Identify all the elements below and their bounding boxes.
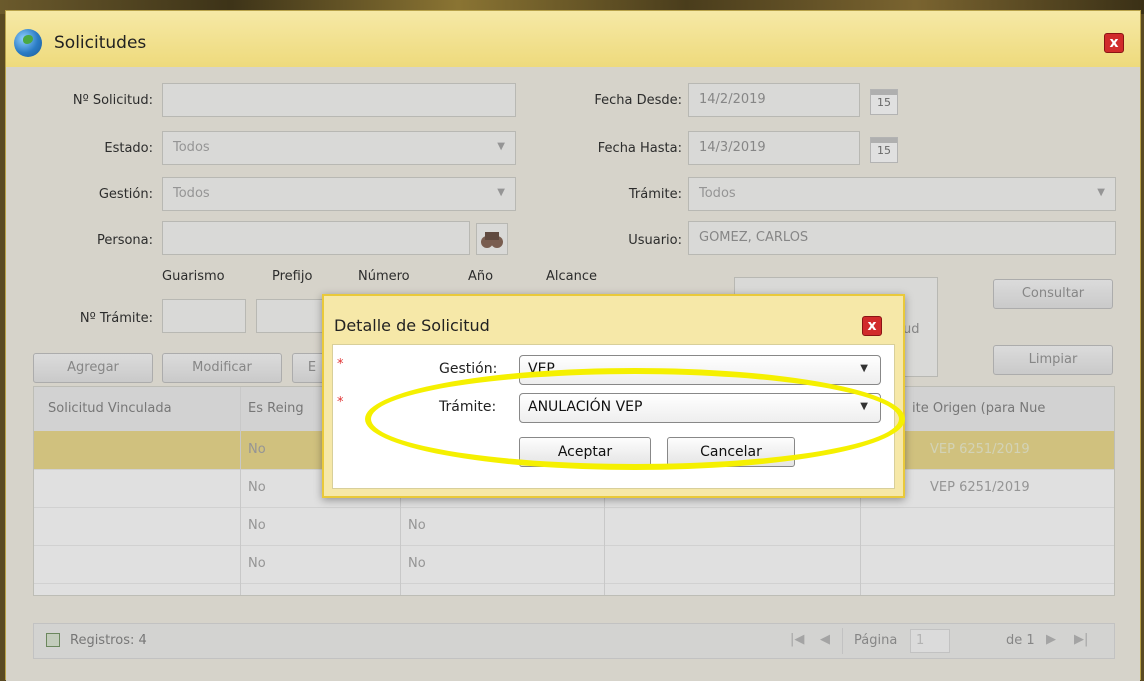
nro-tramite-label: Nº Trámite:	[79, 311, 153, 326]
usuario-label: Usuario:	[628, 233, 682, 248]
window-close-button[interactable]: x	[1104, 33, 1124, 53]
binoculars-search-button[interactable]	[476, 223, 508, 255]
origen-cell: VEP 6251/2019	[930, 442, 1030, 457]
gestion-label: Gestión:	[98, 187, 153, 202]
binoculars-icon	[481, 232, 503, 248]
col3-cell: No	[408, 518, 426, 533]
modificar-button[interactable]: Modificar	[162, 353, 282, 383]
fecha-hasta-label: Fecha Hasta:	[597, 141, 682, 156]
persona-label: Persona:	[96, 233, 153, 248]
registros-count: Registros: 4	[70, 633, 147, 648]
tramite-origen-header[interactable]: ite Origen (para Nue	[912, 401, 1045, 416]
cancelar-button[interactable]: Cancelar	[667, 437, 795, 467]
chevron-down-icon: ▼	[497, 141, 505, 152]
limpiar-button[interactable]: Limpiar	[993, 345, 1113, 375]
fecha-desde-input[interactable]: 14/2/2019	[688, 83, 860, 117]
chevron-down-icon: ▼	[860, 363, 868, 374]
next-page-icon[interactable]: ▶	[1046, 632, 1056, 647]
nro-solicitud-label: Nº Solicitud:	[72, 93, 153, 108]
gestion-combo-value: Todos	[173, 186, 210, 201]
first-page-icon[interactable]: |◀	[790, 632, 804, 647]
reingreso-cell: No	[248, 518, 266, 533]
chevron-down-icon: ▼	[860, 401, 868, 412]
pagina-label: Página	[854, 633, 898, 648]
dialog-tramite-combo[interactable]: ANULACIÓN VEP ▼	[519, 393, 881, 423]
table-row[interactable]: No No	[34, 545, 1114, 584]
calendar-icon[interactable]: 15	[870, 89, 898, 115]
chevron-down-icon: ▼	[1097, 187, 1105, 198]
prefijo-header: Prefijo	[272, 269, 313, 284]
column-divider	[240, 387, 241, 595]
persona-input[interactable]	[162, 221, 470, 255]
reingreso-cell: No	[248, 556, 266, 571]
consultar-button[interactable]: Consultar	[993, 279, 1113, 309]
required-mark: *	[337, 395, 344, 410]
guarismo-header: Guarismo	[162, 269, 225, 284]
dialog-gestion-label: Gestión:	[439, 361, 498, 377]
alcance-header: Alcance	[546, 269, 598, 284]
es-reingreso-header[interactable]: Es Reing	[248, 401, 304, 416]
last-page-icon[interactable]: ▶|	[1074, 632, 1088, 647]
reingreso-cell: No	[248, 442, 266, 457]
tramite-combo[interactable]: Todos ▼	[688, 177, 1116, 211]
dialog-gestion-combo[interactable]: VEP ▼	[519, 355, 881, 385]
fecha-desde-label: Fecha Desde:	[594, 93, 682, 108]
window-title: Solicitudes	[54, 33, 147, 53]
dialog-tramite-value: ANULACIÓN VEP	[528, 399, 643, 415]
dialog-title: Detalle de Solicitud	[334, 316, 490, 335]
pager-divider	[842, 628, 843, 654]
fecha-hasta-input[interactable]: 14/3/2019	[688, 131, 860, 165]
usuario-input: GOMEZ, CARLOS	[688, 221, 1116, 255]
col3-cell: No	[408, 556, 426, 571]
solicitud-vinculada-header[interactable]: Solicitud Vinculada	[48, 401, 172, 416]
tramite-label: Trámite:	[628, 187, 682, 202]
tramite-combo-value: Todos	[699, 186, 736, 201]
estado-label: Estado:	[104, 141, 153, 156]
dialog-gestion-value: VEP	[528, 361, 555, 377]
origen-cell: VEP 6251/2019	[930, 480, 1030, 495]
anio-header: Año	[468, 269, 494, 284]
dialog-body: * Gestión: VEP ▼ * Trámite: ANULACIÓN VEP…	[332, 344, 895, 489]
dialog-close-button[interactable]: x	[862, 316, 882, 336]
aceptar-button[interactable]: Aceptar	[519, 437, 651, 467]
dialog-tramite-label: Trámite:	[439, 399, 497, 415]
numero-header: Número	[358, 269, 410, 284]
prev-page-icon[interactable]: ◀	[820, 632, 830, 647]
estado-combo[interactable]: Todos ▼	[162, 131, 516, 165]
detalle-solicitud-dialog: Detalle de Solicitud x * Gestión: VEP ▼ *…	[322, 294, 905, 498]
page-number-input[interactable]: 1	[910, 629, 950, 653]
chevron-down-icon: ▼	[497, 187, 505, 198]
required-mark: *	[337, 357, 344, 372]
grid-pager: Registros: 4 |◀ ◀ Página 1 de 1 ▶ ▶|	[33, 623, 1115, 659]
solicitud-button-label: ud	[903, 322, 920, 337]
window-titlebar: Solicitudes x	[6, 11, 1140, 68]
table-row[interactable]: No No	[34, 507, 1114, 546]
gestion-combo[interactable]: Todos ▼	[162, 177, 516, 211]
globe-icon	[14, 29, 42, 57]
total-pages-label: de 1	[1006, 633, 1035, 648]
calendar-icon[interactable]: 15	[870, 137, 898, 163]
agregar-button[interactable]: Agregar	[33, 353, 153, 383]
estado-combo-value: Todos	[173, 140, 210, 155]
guarismo-input[interactable]	[162, 299, 246, 333]
nro-solicitud-input[interactable]	[162, 83, 516, 117]
reingreso-cell: No	[248, 480, 266, 495]
export-icon[interactable]	[46, 633, 60, 647]
